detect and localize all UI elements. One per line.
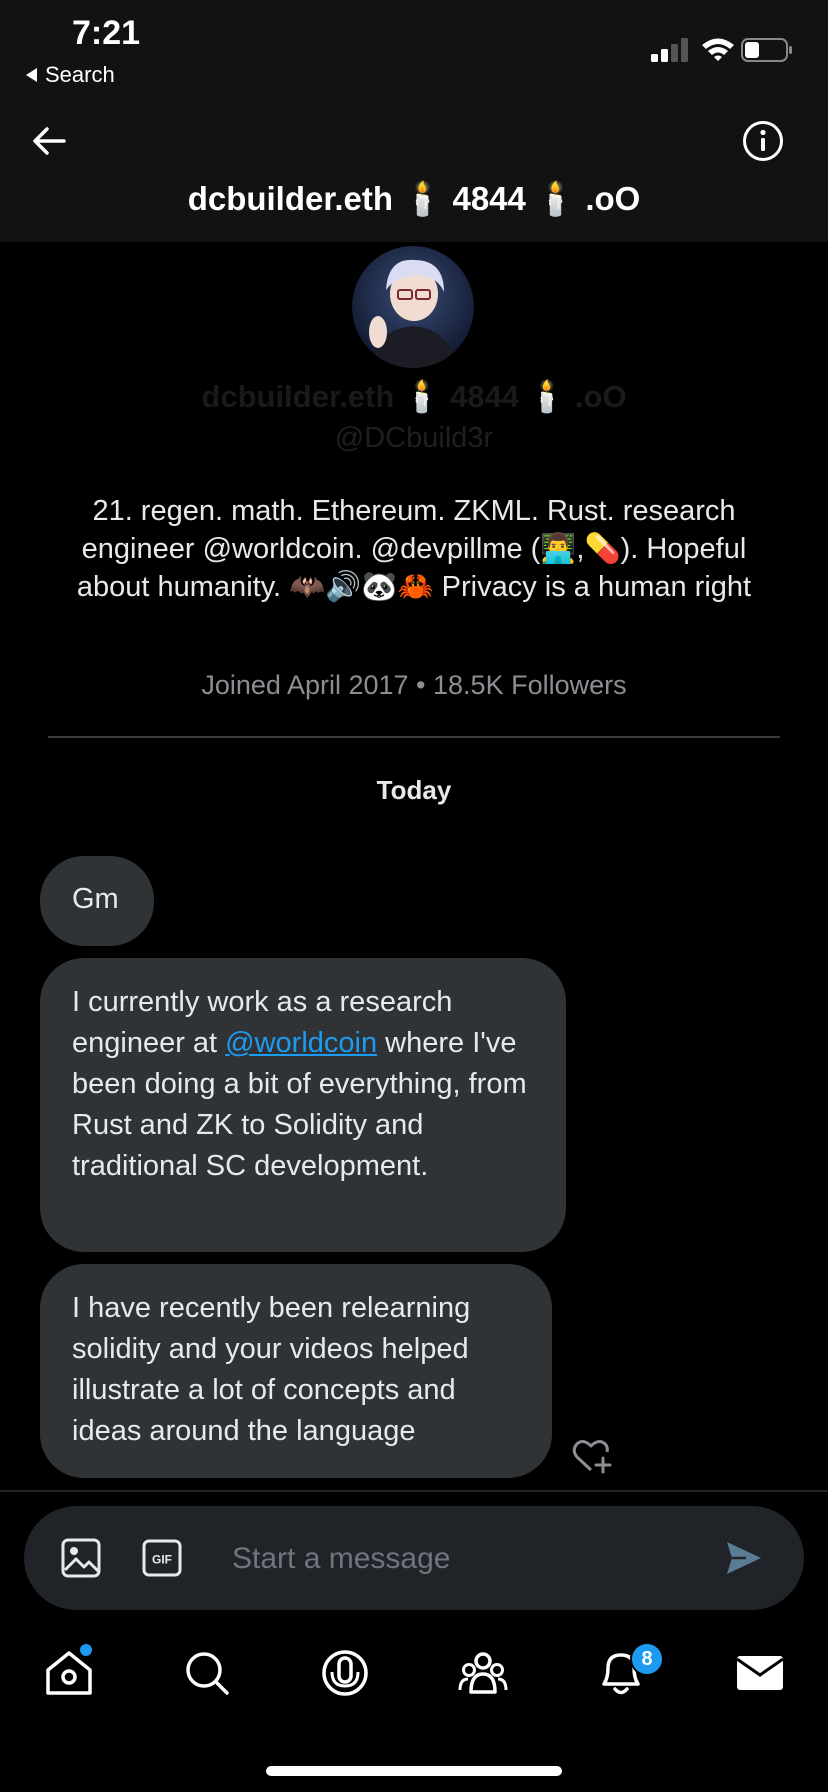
communities-icon[interactable] [456, 1646, 510, 1700]
send-icon[interactable] [724, 1538, 764, 1578]
profile-meta: Joined April 2017 • 18.5K Followers [0, 670, 828, 701]
message-bubble[interactable]: Gm [40, 856, 154, 946]
notification-count-badge: 8 [630, 1642, 664, 1676]
back-app-label: Search [45, 62, 115, 87]
image-icon[interactable] [60, 1537, 102, 1579]
day-separator: Today [376, 775, 452, 805]
message-bubble[interactable]: I currently work as a research engineer … [40, 958, 566, 1252]
meta-separator: • [416, 670, 426, 700]
back-triangle-icon [26, 68, 37, 82]
profile-handle[interactable]: @DCbuild3r [0, 422, 828, 455]
home-indicator [266, 1766, 562, 1776]
gif-icon[interactable]: GIF [142, 1539, 182, 1577]
message-bubble[interactable]: I have recently been relearning solidity… [40, 1264, 552, 1478]
mention-link[interactable]: @worldcoin [225, 1027, 377, 1059]
followers-count[interactable]: 18.5K Followers [433, 670, 627, 700]
conversation-header [0, 100, 828, 242]
search-icon[interactable] [180, 1646, 234, 1700]
spaces-icon[interactable] [318, 1646, 372, 1700]
message-input[interactable] [230, 1530, 704, 1588]
cellular-signal-icon [651, 38, 688, 62]
back-to-app-link[interactable]: Search [26, 62, 115, 88]
gif-label: GIF [152, 1553, 172, 1567]
info-icon[interactable] [741, 119, 785, 163]
mail-icon[interactable] [733, 1646, 787, 1700]
battery-icon [741, 38, 792, 62]
arrow-left-icon[interactable] [28, 120, 70, 162]
home-unread-dot [80, 1644, 92, 1656]
avatar[interactable] [352, 246, 474, 368]
profile-bio: 21. regen. math. Ethereum. ZKML. Rust. r… [76, 495, 752, 603]
heart-plus-icon[interactable] [570, 1436, 614, 1476]
wifi-icon [702, 38, 734, 61]
divider [48, 736, 780, 738]
status-time: 7:21 [72, 14, 141, 52]
composer-divider [0, 1490, 828, 1492]
header-title: dcbuilder.eth 🕯️ 4844 🕯️ .oO [187, 180, 641, 217]
joined-date: Joined April 2017 [201, 670, 409, 700]
profile-name[interactable]: dcbuilder.eth 🕯️ 4844 🕯️ .oO [0, 378, 828, 415]
